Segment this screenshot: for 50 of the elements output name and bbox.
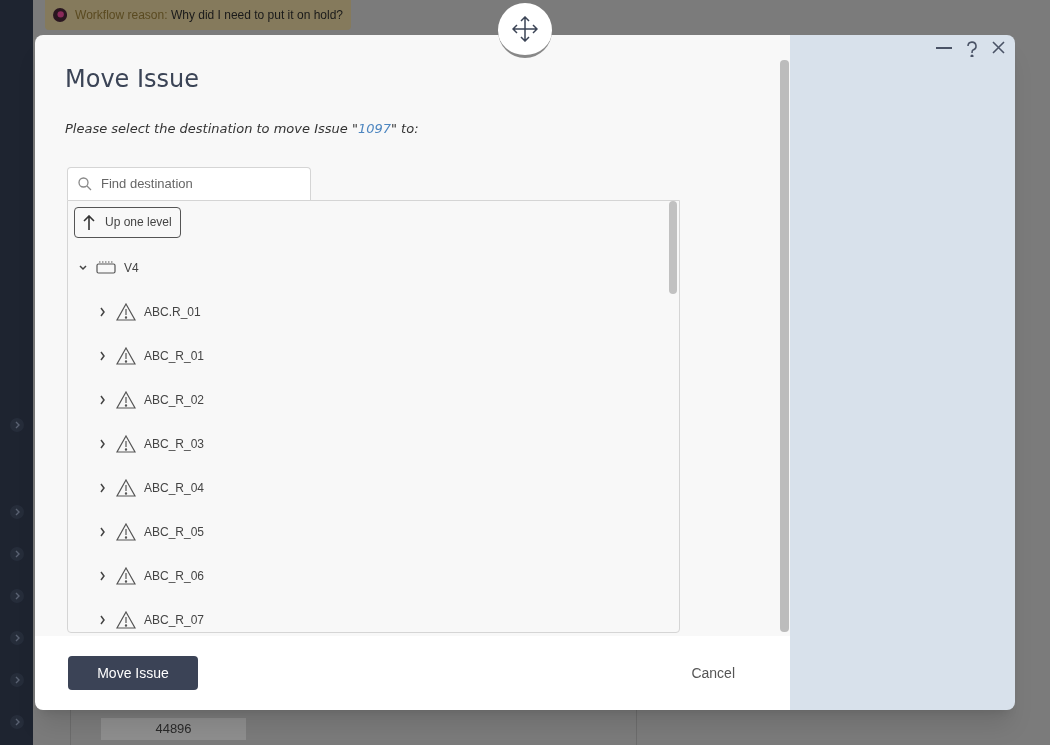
search-field[interactable]: Find destination — [67, 166, 311, 200]
warning-icon — [116, 390, 136, 409]
chevron-down-icon[interactable] — [78, 262, 88, 273]
chevron-icon[interactable] — [9, 547, 24, 561]
warning-icon — [116, 522, 136, 541]
chevron-right-icon[interactable] — [98, 438, 108, 449]
cancel-button[interactable]: Cancel — [691, 662, 735, 684]
tray-icon — [96, 261, 116, 274]
move-issue-button[interactable]: Move Issue — [68, 656, 198, 690]
chevron-right-icon[interactable] — [98, 482, 108, 493]
move-icon — [512, 16, 538, 42]
tree-item[interactable]: V4 — [74, 245, 679, 290]
help-icon[interactable] — [966, 41, 978, 57]
chevron-right-icon[interactable] — [98, 526, 108, 537]
warning-icon — [116, 566, 136, 585]
chevron-right-icon[interactable] — [98, 350, 108, 361]
tree-item[interactable]: ABC_R_07 — [74, 597, 679, 632]
warning-icon — [116, 478, 136, 497]
tree-item[interactable]: ABC_R_03 — [74, 421, 679, 466]
up-one-level-button[interactable]: Up one level — [74, 206, 181, 238]
banner-text: Workflow reason: Why did I need to put it on hold? — [75, 7, 343, 24]
scrollbar[interactable] — [780, 60, 789, 632]
tree-item[interactable]: ABC_R_04 — [74, 465, 679, 510]
chevron-icon[interactable] — [9, 505, 24, 519]
chevron-icon[interactable] — [9, 673, 24, 687]
tree-item[interactable]: ABC_R_01 — [74, 333, 679, 378]
chevron-right-icon[interactable] — [98, 614, 108, 625]
chevron-icon[interactable] — [9, 589, 24, 603]
arrow-up-icon — [83, 214, 95, 230]
warning-icon — [116, 610, 136, 629]
chevron-icon[interactable] — [9, 418, 24, 432]
tree-item[interactable]: ABC_R_05 — [74, 509, 679, 554]
warning-icon — [116, 302, 136, 321]
warning-icon — [116, 434, 136, 453]
chevron-icon[interactable] — [9, 715, 24, 729]
scrollbar[interactable] — [669, 200, 677, 294]
tree-item[interactable]: ABC.R_01 — [74, 289, 679, 334]
object-id-field: 44896 — [101, 718, 246, 740]
tree-item[interactable]: ABC_R_06 — [74, 553, 679, 598]
warning-icon — [116, 346, 136, 365]
chevron-right-icon[interactable] — [98, 570, 108, 581]
search-icon — [78, 176, 92, 191]
close-icon[interactable] — [992, 41, 1005, 54]
tree-item[interactable]: ABC_R_02 — [74, 377, 679, 422]
chevron-right-icon[interactable] — [98, 306, 108, 317]
chevron-icon[interactable] — [9, 631, 24, 645]
move-handle[interactable] — [498, 3, 552, 58]
chevron-right-icon[interactable] — [98, 394, 108, 405]
prompt-text: Please select the destination to move Issue "1097" to: — [65, 120, 420, 138]
dialog-title: Move Issue — [65, 64, 201, 95]
